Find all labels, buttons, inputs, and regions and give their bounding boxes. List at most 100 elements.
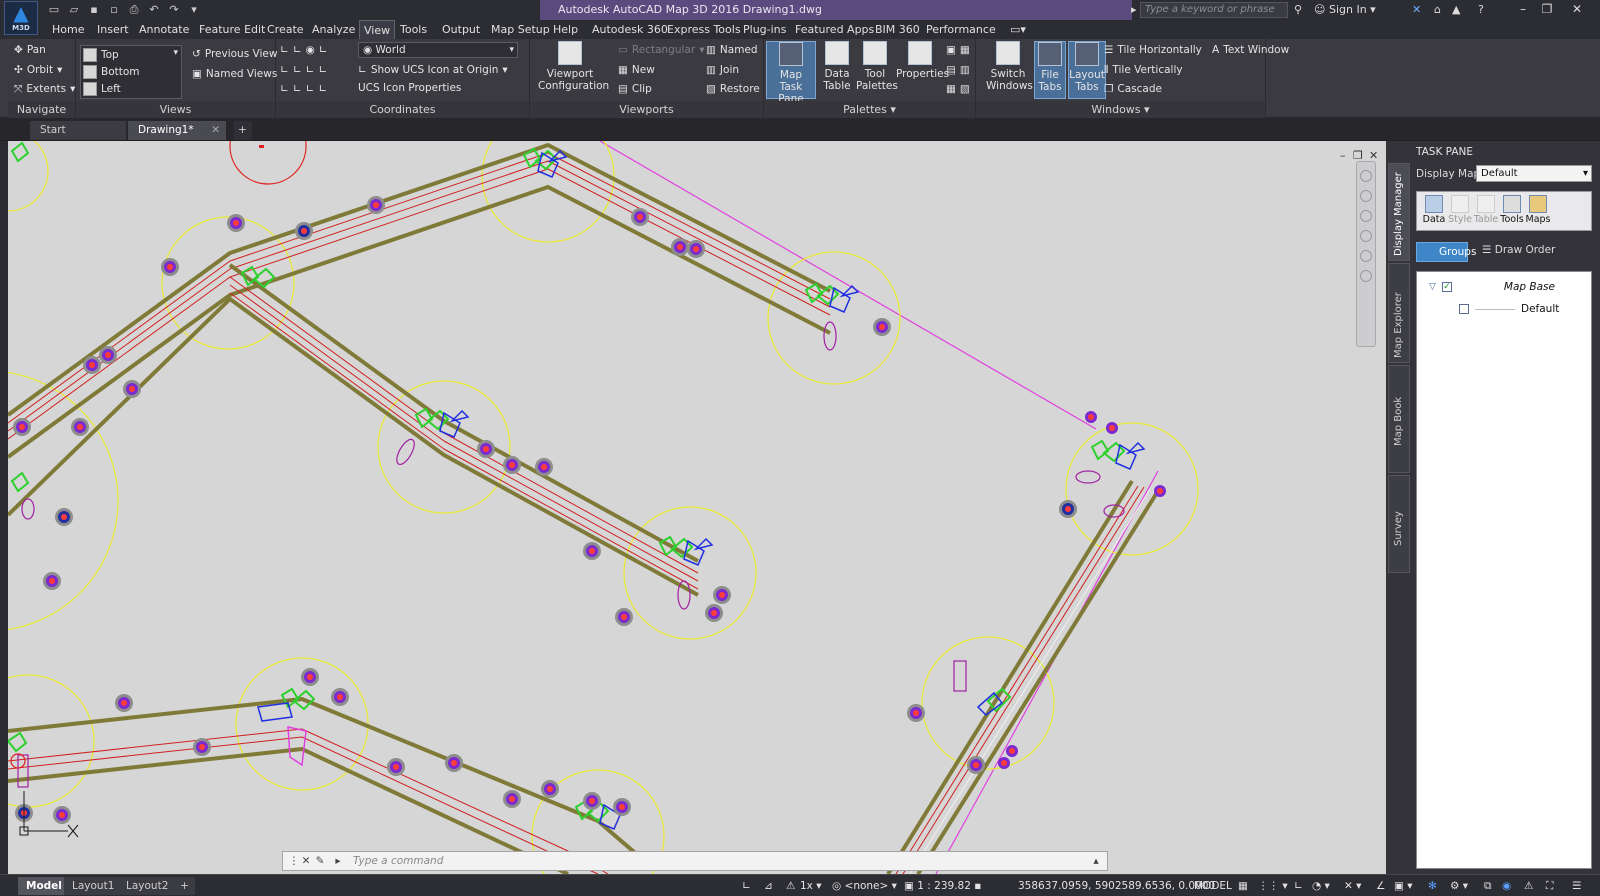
layer-icon[interactable]: ▦ [960,44,970,56]
osnap-icon[interactable]: ✕ ▾ [1344,878,1361,894]
restore-button[interactable]: ❐ [1536,0,1558,18]
ucs-3point-icon[interactable]: ∟ [280,83,289,95]
cmd-history-icon[interactable]: ▴ [1089,854,1103,868]
search-input[interactable]: Type a keyword or phrase [1140,2,1288,18]
draw-order-button[interactable]: ☰ Draw Order [1482,244,1555,256]
tree-checkbox-unchecked[interactable] [1459,304,1469,314]
selection-cycling-icon[interactable]: ∟ [742,878,751,894]
app-menu-button[interactable]: ▲ M3D [4,1,38,35]
qat-dropdown-icon[interactable]: ▾ [186,2,202,18]
ucs-world-select[interactable]: ◉ World [358,42,518,58]
new-file-icon[interactable]: ▭ [46,2,62,18]
restore-viewport-button[interactable]: ▧ Restore [706,80,760,98]
ucs-origin-icon[interactable]: ∟ [280,64,289,76]
scale-factor[interactable]: 1x ▾ [800,878,822,894]
cmd-customize-icon[interactable]: ✎ [313,854,327,868]
tab-plug-ins[interactable]: Plug-ins [739,20,790,39]
view-cube-icon[interactable] [1360,190,1372,202]
groups-button[interactable]: Groups [1416,242,1476,262]
tab-output[interactable]: Output [438,20,484,39]
data-table-button[interactable]: Data Table [820,41,854,92]
tree-item-map-base[interactable]: ▽ ✓ Map Base [1429,281,1555,293]
model-space-toggle[interactable]: MODEL [1194,878,1232,894]
viewport-configuration-button[interactable]: Viewport Configuration [538,41,609,92]
close-tab-icon[interactable]: ✕ [211,121,220,140]
grid-icon[interactable]: ▦ [1238,878,1248,894]
orbit-button[interactable]: ✣ Orbit ▾ [14,61,62,79]
close-button[interactable]: ✕ [1566,0,1588,18]
tool-palettes-button[interactable]: Tool Palettes [856,41,898,92]
view-top[interactable]: Top [83,46,119,64]
tab-featured-apps[interactable]: Featured Apps [791,20,878,39]
cmd-close-icon[interactable]: ✕ [299,854,313,868]
drawing-canvas[interactable]: – ❐ ✕ [8,141,1386,874]
drawing-svg[interactable] [8,141,1386,874]
tab-bim-360[interactable]: BIM 360 [871,20,924,39]
previous-view-button[interactable]: ↺ Previous View [192,45,277,63]
ucs-x-icon[interactable]: ∟ [293,44,302,56]
customize-statusbar-icon[interactable]: ☰ [1572,878,1581,894]
transparency-icon[interactable]: ⊿ [764,878,773,894]
tab-autodesk-360[interactable]: Autodesk 360 [588,20,672,39]
show-ucs-icon-button[interactable]: ∟ Show UCS Icon at Origin ▾ [358,61,508,79]
tab-annotate[interactable]: Annotate [135,20,193,39]
hardware-accel-icon[interactable]: ◉ [1502,878,1511,894]
design-center-icon[interactable]: ▦ [946,83,956,95]
tab-map-book[interactable]: Map Book [1388,365,1410,473]
sign-in-button[interactable]: ☺ Sign In ▾ [1314,2,1376,18]
annotation-visibility-icon[interactable]: ✻ [1428,878,1437,894]
tree-expand-icon[interactable]: ▽ [1429,282,1436,292]
xref-icon[interactable]: ▧ [960,83,970,95]
sheet-set-icon[interactable]: ▣ [946,44,956,56]
maps-tool-button[interactable]: Maps [1525,195,1551,225]
tile-horizontally-button[interactable]: ☰ Tile Horizontally [1104,41,1202,59]
navigation-bar[interactable] [1356,161,1376,347]
command-input[interactable]: Type a command [353,855,443,867]
tab-performance[interactable]: Performance [922,20,1000,39]
undo-icon[interactable]: ↶ [146,2,162,18]
markup-icon[interactable]: ▥ [960,64,970,76]
tree-item-default[interactable]: Default [1459,303,1559,315]
ribbon-minimize-icon[interactable]: ▭▾ [1006,20,1030,39]
cascade-button[interactable]: ❐ Cascade [1104,80,1162,98]
ucs-view-icon[interactable]: ∟ [293,64,302,76]
tools-tool-button[interactable]: Tools [1499,195,1525,225]
table-tool-button[interactable]: Table [1473,195,1499,225]
ucs-z-icon[interactable]: ∟ [319,44,328,56]
new-tab-button[interactable]: + [234,121,252,140]
tile-vertically-button[interactable]: ⫴ Tile Vertically [1104,61,1183,79]
ucs-x-rotate-icon[interactable]: ∟ [306,83,315,95]
search-expand-icon[interactable]: ▸ [1131,2,1137,18]
coord-system[interactable]: ◎ <none> ▾ [832,878,897,894]
open-file-icon[interactable]: ▱ [66,2,82,18]
save-icon[interactable]: ▪ [86,2,102,18]
nav-orbit-icon[interactable] [1360,250,1372,262]
binoculars-icon[interactable]: ⚲ [1294,2,1302,18]
join-button[interactable]: ▥ Join [706,61,739,79]
tab-express-tools[interactable]: Express Tools [663,20,745,39]
tab-map-explorer[interactable]: Map Explorer [1388,263,1410,363]
viewport-minimize-icon[interactable]: – [1340,149,1346,162]
minimize-button[interactable]: – [1512,0,1534,18]
doc-tab-start[interactable]: Start [30,121,126,140]
exchange-icon[interactable]: ✕ [1412,2,1421,18]
file-tabs-button[interactable]: File Tabs [1034,41,1066,99]
polar-icon[interactable]: ◔ ▾ [1312,878,1330,894]
text-window-button[interactable]: A Text Window [1212,41,1289,59]
cmd-prompt-icon[interactable]: ▸ [331,854,345,868]
tab-feature-edit[interactable]: Feature Edit [195,20,269,39]
add-layout-button[interactable]: + [174,877,195,895]
lineweight-icon[interactable]: ∠ [1376,878,1385,894]
style-tool-button[interactable]: Style [1447,195,1473,225]
redo-icon[interactable]: ↷ [166,2,182,18]
clip-button[interactable]: ▤ Clip [618,80,652,98]
ortho-icon[interactable]: ∟ [1294,878,1303,894]
display-map-select[interactable]: Default [1476,165,1592,182]
doc-tab-drawing1[interactable]: Drawing1* ✕ [128,121,226,140]
ucs-icon-properties-button[interactable]: UCS Icon Properties [358,79,461,97]
isolate-icon[interactable]: ⧉ [1484,878,1492,894]
nav-zoom-icon[interactable] [1360,230,1372,242]
layout-tab-model[interactable]: Model [18,877,70,895]
nav-pan-icon[interactable] [1360,210,1372,222]
ucs-z-rotate-icon[interactable]: ∟ [318,83,327,95]
